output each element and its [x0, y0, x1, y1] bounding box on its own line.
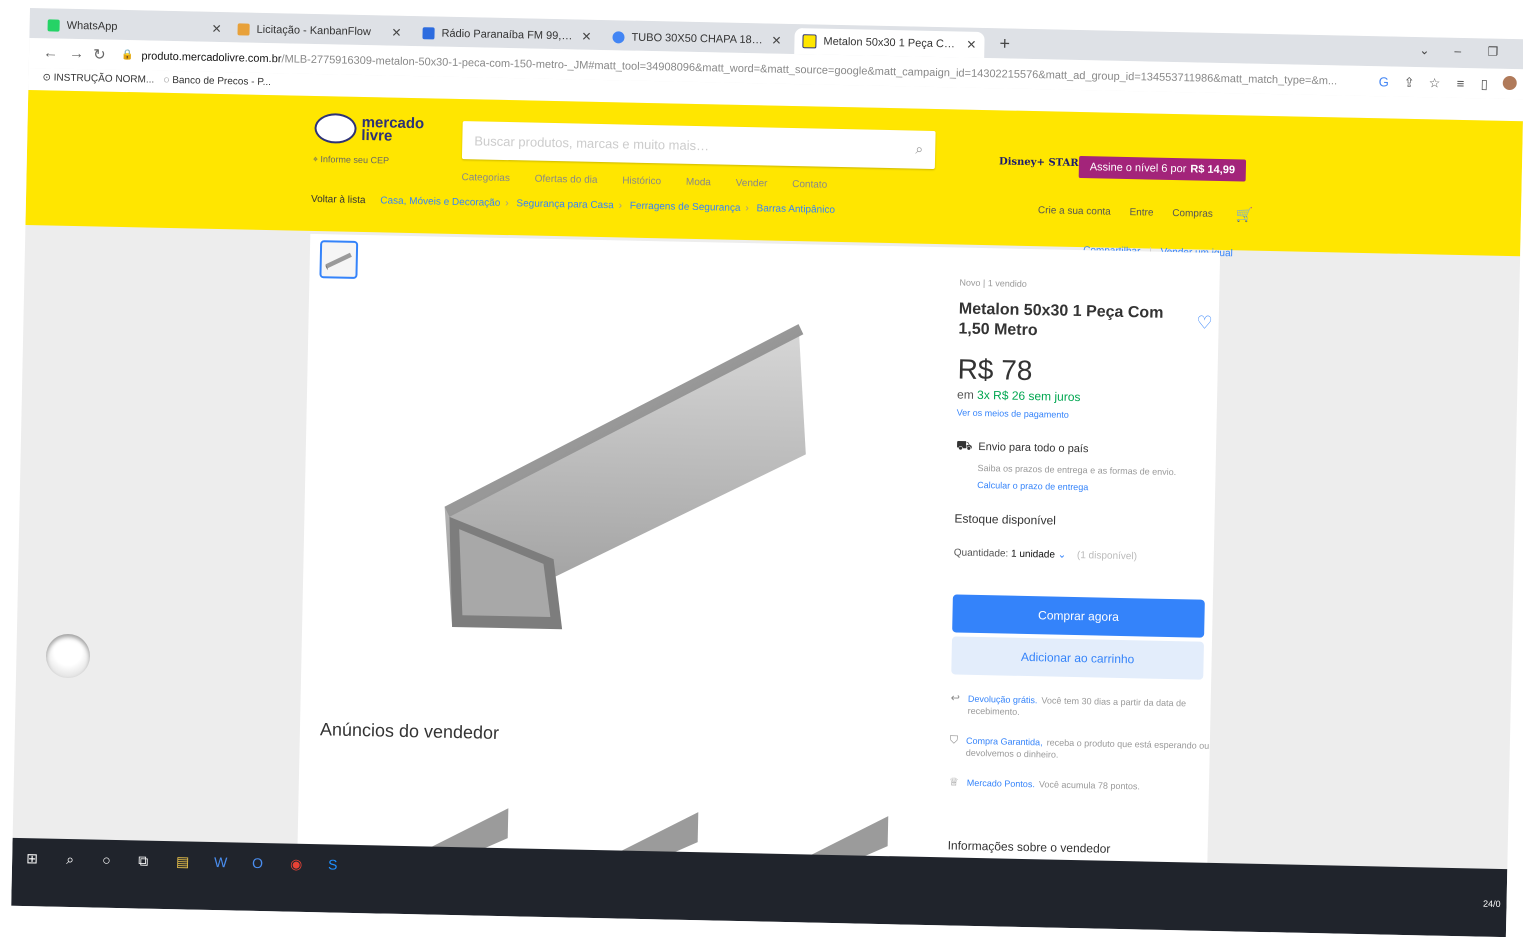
breadcrumb-item[interactable]: Segurança para Casa	[516, 198, 614, 211]
forward-arrow-icon[interactable]: →	[69, 45, 84, 62]
reload-icon[interactable]: ↻	[93, 45, 106, 63]
skype-icon[interactable]: S	[328, 856, 338, 872]
task-view-icon[interactable]: ⧉	[138, 852, 148, 869]
tab-whatsapp[interactable]: WhatsApp ✕	[39, 12, 230, 42]
product-thumbnail[interactable]	[319, 240, 359, 279]
side-panel-icon[interactable]: ▯	[1481, 76, 1488, 92]
windows-taskbar: ⊞ ⌕ ○ ⧉ ▤ W O ◉ S 24/0	[11, 837, 1508, 937]
purchases-link[interactable]: Compras	[1172, 208, 1213, 220]
disney-star-logo[interactable]: Disney+ STAR+	[999, 156, 1087, 169]
search-box: ⌕	[461, 121, 936, 169]
cep-selector[interactable]: ⌖ Informe seu CEP	[313, 154, 389, 167]
heart-icon[interactable]: ♡	[1196, 313, 1213, 334]
cart-icon[interactable]: 🛒	[1236, 206, 1254, 223]
mercadolivre-icon	[802, 34, 817, 49]
search-icon[interactable]: ⌕	[66, 851, 74, 868]
close-tab-icon[interactable]: ✕	[391, 26, 401, 40]
trophy-icon: ♕	[948, 776, 959, 789]
new-tab-button[interactable]: +	[999, 33, 1010, 54]
quantity-selector[interactable]: Quantidade: 1 unidade ⌄ (1 disponível)	[954, 547, 1214, 563]
reading-list-icon[interactable]: ≡	[1457, 76, 1465, 91]
header-nav: Categorias Ofertas do dia Histórico Moda…	[461, 172, 849, 191]
word-icon[interactable]: W	[214, 854, 228, 870]
outlook-icon[interactable]: O	[252, 855, 263, 871]
seller-ads-title: Anúncios do vendedor	[319, 719, 500, 743]
back-to-list-link[interactable]: Voltar à lista	[311, 194, 366, 206]
shield-check-icon: ⛉	[949, 734, 959, 747]
screen: WhatsApp ✕ Licitação - KanbanFlow ✕ Rádi…	[11, 8, 1523, 937]
nav-contato[interactable]: Contato	[792, 179, 827, 191]
search-input[interactable]	[461, 121, 897, 169]
add-to-cart-button[interactable]: Adicionar ao carrinho	[951, 636, 1204, 680]
back-arrow-icon[interactable]: ←	[43, 44, 58, 61]
share-icon[interactable]: ⇪	[1404, 75, 1415, 91]
location-pin-icon: ⌖	[312, 153, 319, 165]
windows-start-icon[interactable]: ⊞	[26, 850, 38, 867]
close-tab-icon[interactable]: ✕	[771, 34, 781, 48]
payment-methods-link[interactable]: Ver os meios de pagamento	[957, 407, 1217, 422]
tab-search-icon[interactable]: ⌄	[1419, 43, 1429, 57]
truck-icon: ⛟	[955, 437, 973, 453]
bookmark-instrucao[interactable]: ⊙ INSTRUÇÃO NORM...	[42, 72, 154, 85]
installments: em 3x R$ 26 sem juros	[956, 387, 1081, 405]
shipping-note: Saiba os prazos de entrega e as formas d…	[977, 462, 1177, 478]
breadcrumb-item[interactable]: Barras Antipânico	[756, 203, 835, 216]
lock-icon: 🔒	[120, 49, 134, 62]
nav-moda[interactable]: Moda	[686, 177, 711, 189]
google-lens-icon[interactable]: G	[1379, 74, 1389, 89]
tab-mercadolivre[interactable]: Metalon 50x30 1 Peça Com 1,5l ✕	[794, 28, 985, 58]
profile-avatar[interactable]	[1502, 75, 1517, 91]
tab-radio[interactable]: Rádio Paranaíba FM 99,3 - Pa ✕	[414, 20, 600, 50]
condition-label: Novo | 1 vendido	[959, 277, 1027, 289]
bookmark-banco-precos[interactable]: ◌ Banco de Precos - P...	[163, 75, 271, 88]
cortana-icon[interactable]: ○	[102, 852, 111, 868]
restore-icon[interactable]: ❐	[1487, 45, 1498, 59]
product-main-image[interactable]	[402, 296, 849, 645]
bookmark-star-icon[interactable]: ☆	[1429, 75, 1441, 91]
buy-box: Novo | 1 vendido ♡ Metalon 50x30 1 Peça …	[948, 278, 1220, 858]
user-links: Crie a sua conta Entre Compras	[1038, 205, 1229, 220]
whatsapp-icon	[47, 19, 60, 32]
chevron-down-icon: ⌄	[1057, 549, 1067, 561]
product-card: Anúncios do vendedor Novo | 1 vendido ♡ …	[296, 233, 1221, 913]
search-icon[interactable]: ⌕	[915, 141, 923, 158]
chrome-icon[interactable]: ◉	[290, 856, 303, 873]
tab-kanbanflow[interactable]: Licitação - KanbanFlow ✕	[229, 16, 410, 46]
nav-vender[interactable]: Vender	[736, 178, 768, 190]
file-explorer-icon[interactable]: ▤	[176, 853, 190, 870]
close-tab-icon[interactable]: ✕	[966, 38, 976, 52]
login-link[interactable]: Entre	[1129, 207, 1153, 218]
benefit-points: ♕ Mercado Pontos. Você acumula 78 pontos.	[948, 776, 1141, 792]
subscription-promo-banner[interactable]: Assine o nível 6 por R$ 14,99	[1078, 156, 1247, 182]
close-tab-icon[interactable]: ✕	[581, 30, 591, 44]
seller-info-title: Informações sobre o vendedor	[947, 838, 1111, 856]
nav-ofertas[interactable]: Ofertas do dia	[535, 174, 598, 186]
product-title: Metalon 50x30 1 Peça Com 1,50 Metro	[958, 300, 1164, 340]
buy-now-button[interactable]: Comprar agora	[952, 594, 1205, 638]
calculate-shipping-link[interactable]: Calcular o prazo de entrega	[977, 480, 1215, 495]
google-icon	[612, 31, 625, 44]
kanbanflow-icon	[237, 23, 250, 36]
mercadolivre-logo[interactable]: mercado livre	[314, 112, 432, 145]
shipping-info: ⛟ Envio para todo o país	[955, 437, 1089, 456]
stock-status: Estoque disponível	[954, 511, 1057, 528]
benefit-return: ↩ Devolução grátis. Você tem 30 dias a pa…	[950, 692, 1187, 717]
hole-punch	[46, 634, 90, 678]
taskbar-clock[interactable]: 24/0	[1483, 899, 1501, 909]
breadcrumb-item[interactable]: Ferragens de Segurança	[630, 201, 741, 214]
radio-icon	[422, 27, 435, 40]
minimize-icon[interactable]: –	[1454, 44, 1461, 58]
tab-google-search[interactable]: TUBO 30X50 CHAPA 18 (Barra co ✕	[604, 24, 790, 54]
nav-historico[interactable]: Histórico	[622, 175, 661, 187]
nav-categorias[interactable]: Categorias	[461, 172, 510, 184]
benefit-guarantee: ⛉ Compra Garantida, receba o produto que …	[949, 734, 1210, 760]
create-account-link[interactable]: Crie a sua conta	[1038, 205, 1111, 218]
close-tab-icon[interactable]: ✕	[211, 22, 221, 36]
return-arrow-icon: ↩	[950, 692, 961, 705]
handshake-icon	[314, 112, 357, 144]
product-price: R$ 78	[957, 353, 1033, 387]
